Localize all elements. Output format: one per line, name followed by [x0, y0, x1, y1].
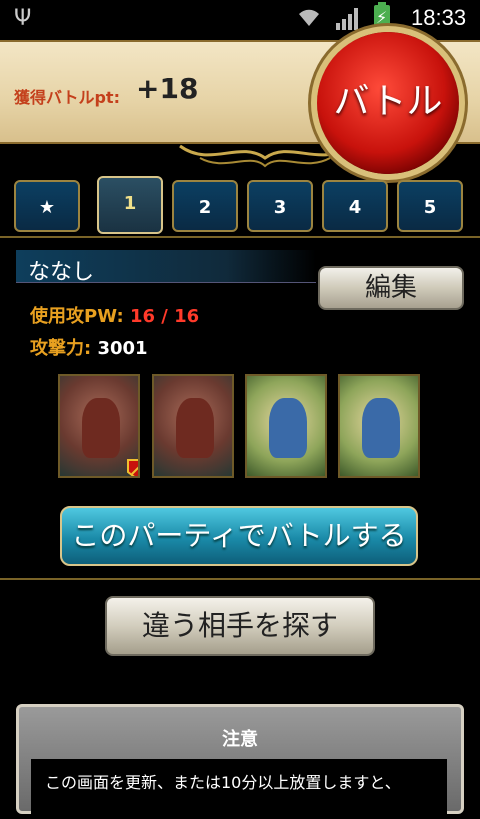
attack-pw-label: 使用攻PW: — [30, 306, 124, 327]
battle-points-label: 獲得バトルpt: — [14, 88, 120, 107]
attack-power-stat: 攻撃力: 3001 — [30, 334, 148, 360]
battle-button[interactable]: バトル — [317, 32, 459, 174]
divider — [0, 578, 480, 580]
party-card-1[interactable] — [58, 374, 140, 478]
notice-text: この画面を更新、または10分以上放置しますと、 — [45, 773, 401, 792]
attack-power-label: 攻撃力: — [30, 338, 92, 359]
leader-badge-icon — [127, 459, 138, 476]
divider — [0, 236, 480, 238]
party-cards — [58, 374, 424, 480]
party-card-2[interactable] — [152, 374, 234, 478]
tab-party-5[interactable]: 5 — [397, 180, 463, 232]
edit-party-button[interactable]: 編集 — [318, 266, 464, 310]
tab-party-4[interactable]: 4 — [322, 180, 388, 232]
demon-figure — [82, 398, 120, 458]
battery-charging-icon: ⚡ — [374, 2, 390, 32]
notice-body: この画面を更新、または10分以上放置しますと、 — [31, 759, 447, 819]
party-name: ななし — [28, 260, 95, 285]
notice-panel: 注意 この画面を更新、または10分以上放置しますと、 — [16, 704, 464, 819]
tab-party-1[interactable]: 1 — [97, 176, 163, 234]
usb-icon: Ψ — [14, 6, 32, 31]
party-card-3[interactable] — [245, 374, 327, 478]
fairy-figure — [269, 398, 307, 458]
battle-points-value: +18 — [136, 72, 199, 105]
notice-title: 注意 — [222, 729, 258, 750]
battle-button-label: バトル — [333, 81, 443, 122]
tab-favorite[interactable]: ★ — [14, 180, 80, 232]
wifi-icon — [299, 9, 319, 26]
find-other-opponent-button[interactable]: 違う相手を探す — [105, 596, 375, 656]
party-tabs: ★ 1 2 3 4 5 — [14, 176, 466, 236]
tab-party-3[interactable]: 3 — [247, 180, 313, 232]
party-card-4[interactable] — [338, 374, 420, 478]
clock: 18:33 — [411, 5, 467, 30]
attack-pw-stat: 使用攻PW: 16 / 16 — [30, 302, 199, 328]
demon-figure — [176, 398, 214, 458]
battle-with-party-button[interactable]: このパーティでバトルする — [60, 506, 418, 566]
fairy-figure — [362, 398, 400, 458]
signal-icon — [336, 8, 358, 30]
tab-party-2[interactable]: 2 — [172, 180, 238, 232]
attack-power-value: 3001 — [97, 338, 148, 359]
attack-pw-value: 16 / 16 — [129, 306, 200, 327]
status-bar: Ψ ⚡ 18:33 — [0, 0, 480, 38]
